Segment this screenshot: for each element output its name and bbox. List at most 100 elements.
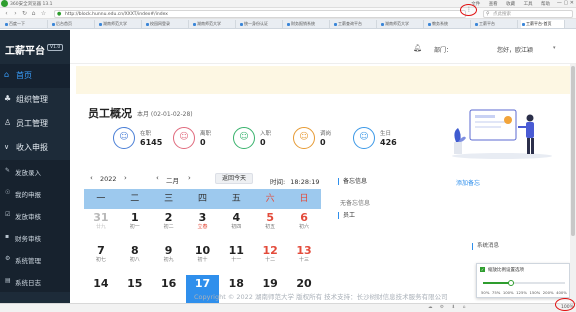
calendar-day[interactable]: 3 立春: [186, 209, 220, 237]
day-number: 2: [164, 211, 173, 224]
zoom-tick-label: 150%: [529, 290, 541, 295]
browser-tab[interactable]: 工薪查询平台: [333, 20, 377, 28]
calendar-day[interactable]: 11 十一: [219, 242, 253, 270]
stat-card[interactable]: ☺ 入职 0: [233, 127, 283, 153]
stat-value: 0: [200, 138, 206, 147]
stat-card[interactable]: ☺ 在职 6145: [113, 127, 163, 153]
browser-tab[interactable]: 湖南师范大学: [192, 20, 236, 28]
calendar-day[interactable]: 1 初一: [118, 209, 152, 237]
sidebar-item-1[interactable]: ♣ 组织管理: [0, 88, 70, 112]
calendar-day[interactable]: 16: [152, 275, 186, 303]
next-month-button[interactable]: ›: [188, 174, 191, 182]
calendar-day[interactable]: 2 初二: [152, 209, 186, 237]
zoom-slider-knob[interactable]: [507, 280, 514, 286]
weekday-label: 三: [164, 194, 174, 204]
settings-icon: ⚙: [5, 255, 11, 262]
day-number: 16: [160, 277, 177, 290]
calendar-day[interactable]: 13 十三: [287, 242, 321, 270]
menu-tools[interactable]: 工具: [524, 2, 533, 7]
menu-view[interactable]: 查看: [489, 2, 498, 7]
sidebar-subitem-label: 发放审核: [15, 213, 41, 221]
calendar-day[interactable]: 10 初十: [186, 242, 220, 270]
back-to-today-button[interactable]: 返回今天: [215, 173, 253, 184]
log-icon: ▤: [5, 277, 11, 284]
browser-tab[interactable]: 工薪平台-首页: [521, 20, 565, 28]
browser-tab[interactable]: 教务系统: [427, 20, 471, 28]
sidebar-item-2[interactable]: ♙ 员工管理: [0, 112, 70, 136]
bell-icon[interactable]: 🔔︎: [413, 44, 422, 52]
favorite-star-icon[interactable]: ☆: [40, 10, 47, 17]
status-icons[interactable]: ☁ ⚙ ⬇ ⌂: [428, 305, 468, 310]
stat-card[interactable]: ☺ 离职 0: [173, 127, 223, 153]
sidebar-subitem-1[interactable]: ☉ 我的申报: [0, 182, 70, 204]
calendar-year: 2022: [100, 175, 117, 183]
home-icon: ⌂: [4, 70, 10, 79]
next-year-button[interactable]: ›: [124, 174, 127, 182]
extension-icon[interactable]: ⋮: [466, 6, 472, 13]
browser-search-input[interactable]: ⚲ 点此搜索: [483, 10, 573, 18]
browser-tab[interactable]: 统一身份认证: [239, 20, 283, 28]
browser-tab[interactable]: 后台首页: [51, 20, 95, 28]
menu-help[interactable]: 帮助: [541, 2, 550, 7]
calendar-day[interactable]: 4 初四: [219, 209, 253, 237]
sidebar-subitem-4[interactable]: ⚙ 系统管理: [0, 248, 70, 270]
sidebar-item-0[interactable]: ⌂ 首页: [0, 64, 70, 88]
calendar-day[interactable]: 15: [118, 275, 152, 303]
stat-value: 0: [320, 138, 326, 147]
app-brand: 工薪平台 V1.0: [0, 30, 70, 64]
browser-menu: 文件 查看 收藏 工具 帮助: [464, 1, 550, 7]
add-memo-link[interactable]: 添加备忘: [456, 178, 480, 187]
clock: 时间: 18:28:19: [270, 176, 319, 186]
prev-year-button[interactable]: ‹: [90, 174, 93, 182]
calendar-day[interactable]: 7 初七: [84, 242, 118, 270]
user-greeting[interactable]: 您好，欧江颖: [497, 45, 533, 54]
user-icon: ♙: [4, 118, 12, 127]
zoom-slider[interactable]: [483, 280, 565, 286]
browser-tab[interactable]: 工薪平台: [474, 20, 518, 28]
highlight-circle-zoom: [555, 298, 575, 311]
calendar-day[interactable]: 31 廿九: [84, 209, 118, 237]
browser-tab[interactable]: 湖南师范大学: [98, 20, 142, 28]
sidebar-subitem-0[interactable]: ✎ 发放录入: [0, 160, 70, 182]
zoom-tick-label: 400%: [556, 290, 567, 295]
calendar-day[interactable]: 9 初九: [152, 242, 186, 270]
refresh-icon[interactable]: ↻: [21, 10, 28, 17]
scrollbar-thumb[interactable]: [571, 66, 575, 236]
prev-month-button[interactable]: ‹: [156, 174, 159, 182]
day-number: 31: [93, 211, 109, 224]
zoom-tick-label: 100%: [502, 290, 514, 295]
app-header: 工薪平台 V1.0 🔔︎ 部门： 您好，欧江颖 ▾: [0, 30, 576, 64]
weekday-label: 五: [231, 194, 241, 204]
calendar-day[interactable]: 14: [84, 275, 118, 303]
home-browser-icon[interactable]: ⌂: [30, 10, 37, 17]
time-label: 时间:: [270, 178, 286, 186]
browser-tab[interactable]: 校园网登录: [145, 20, 189, 28]
browser-tab[interactable]: 财务报销系统: [286, 20, 330, 28]
zoom-tick-label: 200%: [542, 290, 554, 295]
menu-favorites[interactable]: 收藏: [506, 2, 515, 7]
address-bar[interactable]: ● http://block.hunnu.edu.cn/XXXT/index#/…: [54, 10, 466, 18]
stat-card[interactable]: ☺ 调岗 0: [293, 127, 343, 153]
window-buttons[interactable]: — ▢ ✕: [557, 0, 574, 6]
back-icon[interactable]: ‹: [3, 10, 10, 17]
forward-icon[interactable]: ›: [12, 10, 19, 17]
zoom-ticks: 50% 75% 100% 125% 150% 200% 400%: [481, 290, 567, 295]
calendar-day[interactable]: 6 初六: [287, 209, 321, 237]
sidebar-subitem-3[interactable]: ▪ 财务审核: [0, 226, 70, 248]
security-shield-icon: ●: [57, 11, 62, 17]
sidebar-subitem-5[interactable]: ▤ 系统日志: [0, 270, 70, 292]
search-icon: ⚲: [486, 11, 490, 17]
browser-tab[interactable]: 湖南师范大学: [380, 20, 424, 28]
calendar-day[interactable]: 12 十二: [253, 242, 287, 270]
stat-label: 生日: [380, 131, 392, 137]
sidebar-item-3[interactable]: ∨ 收入申报: [0, 136, 70, 160]
browser-tab[interactable]: 百度一下: [4, 20, 48, 28]
checkbox-checked-icon[interactable]: ✓: [480, 267, 485, 272]
sidebar-subitem-2[interactable]: ☑ 发放审核: [0, 204, 70, 226]
zoom-popup-text: 缩放比例设置选项: [488, 268, 524, 273]
stat-card[interactable]: ☺ 生日 426: [353, 127, 403, 153]
calendar-day[interactable]: 8 初八: [118, 242, 152, 270]
chevron-down-icon[interactable]: ▾: [553, 45, 556, 51]
page-scrollbar[interactable]: [570, 64, 576, 303]
calendar-day[interactable]: 5 初五: [253, 209, 287, 237]
